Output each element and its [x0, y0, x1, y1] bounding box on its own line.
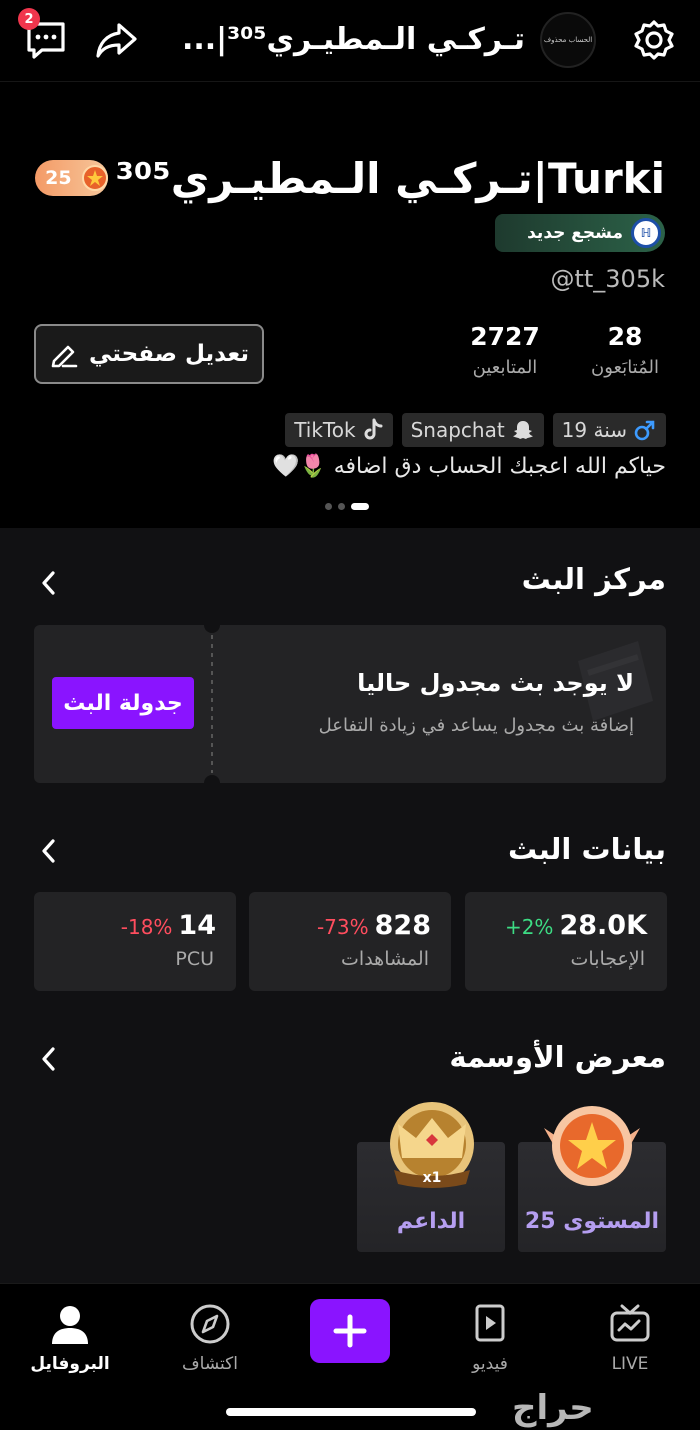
home-indicator[interactable]: [226, 1408, 476, 1416]
age-tag-text: 19 سنة: [561, 418, 627, 442]
plus-icon: [333, 1314, 367, 1348]
level-badge: 25: [35, 160, 108, 196]
nav-video[interactable]: فيديو: [435, 1302, 545, 1374]
share-button[interactable]: [90, 14, 142, 66]
pager-dot: [325, 503, 332, 510]
chevron-left-icon: [42, 571, 55, 595]
schedule-stream-button[interactable]: جدولة البث: [52, 677, 194, 729]
pager-dot: [338, 503, 345, 510]
nav-video-label: فيديو: [472, 1354, 508, 1374]
tiktok-icon: [364, 418, 383, 440]
following-stat[interactable]: 28 المُتابَعون: [580, 322, 670, 378]
views-metric[interactable]: -73% 828 المشاهدات: [249, 892, 451, 991]
likes-metric[interactable]: +2% 28.0K الإعجابات: [465, 892, 667, 991]
user-handle: @tt_305k: [550, 265, 665, 293]
stream-data-title: بيانات البث: [508, 832, 666, 866]
following-count: 28: [607, 322, 643, 351]
nav-profile[interactable]: البروفايل: [15, 1302, 125, 1374]
gear-icon: [634, 20, 674, 60]
medals-title: معرض الأوسمة: [449, 1040, 666, 1074]
watermark-logo: حراج: [512, 1388, 594, 1428]
create-button[interactable]: [310, 1299, 390, 1363]
settings-button[interactable]: [628, 14, 680, 66]
page-title: تـركـي الـمطيـري³⁰⁵|...: [181, 22, 525, 57]
likes-value: 28.0K: [559, 910, 647, 941]
nav-live-label: LIVE: [611, 1354, 649, 1374]
pager-dot-active: [351, 503, 369, 510]
club-logo-icon: ℍ: [631, 218, 661, 248]
stream-center-more[interactable]: [34, 568, 64, 598]
level-medal-icon: [544, 1106, 640, 1186]
likes-label: الإعجابات: [570, 948, 645, 970]
likes-value-row: +2% 28.0K: [505, 910, 647, 941]
views-value-row: -73% 828: [317, 910, 431, 941]
pager-dots: [325, 503, 369, 510]
chevron-left-icon: [42, 1047, 55, 1071]
pcu-change: -18%: [120, 915, 173, 939]
no-stream-title: لا يوجد بث مجدول حاليا: [357, 669, 634, 697]
supporter-multiplier: x1: [422, 1170, 442, 1186]
avatar[interactable]: الحساب محذوف: [540, 12, 596, 68]
compass-icon: [190, 1304, 230, 1344]
snapchat-icon: [512, 421, 533, 439]
nav-explore[interactable]: اكتشاف: [155, 1302, 265, 1374]
profile-name-row: 25 تـركـي الـمطيـري³⁰⁵|Turki: [35, 150, 665, 206]
stream-data-more[interactable]: [34, 836, 64, 866]
edit-profile-button[interactable]: تعديل صفحتي: [34, 324, 264, 384]
views-change: -73%: [316, 915, 369, 939]
views-label: المشاهدات: [341, 948, 429, 970]
chevron-left-icon: [42, 839, 55, 863]
stream-center-title: مركز البث: [521, 562, 666, 596]
share-icon: [96, 23, 137, 58]
snapchat-tag[interactable]: Snapchat: [401, 413, 544, 447]
bottom-nav: LIVE فيديو اكتشاف البروفايل: [0, 1283, 700, 1430]
tiktok-tag[interactable]: TikTok: [285, 413, 393, 447]
supporter-medal-label: الداعم: [396, 1209, 466, 1234]
pcu-label: PCU: [175, 948, 214, 970]
edit-profile-label: تعديل صفحتي: [88, 341, 250, 367]
tiktok-tag-text: TikTok: [294, 418, 356, 442]
pcu-value: 14: [178, 910, 216, 941]
followers-label: المتابعين: [472, 357, 538, 378]
profile-tags: 19 سنة Snapchat TikTok: [285, 413, 666, 447]
top-bar: 2 تـركـي الـمطيـري³⁰⁵|... الحساب محذوف: [0, 0, 700, 82]
pcu-value-row: -18% 14: [121, 910, 216, 941]
level-number: 25: [45, 167, 72, 189]
message-count-badge: 2: [18, 8, 40, 30]
medals-more[interactable]: [34, 1044, 64, 1074]
scheduled-stream-card: جدولة البث لا يوجد بث مجدول حاليا إضافة …: [34, 625, 666, 783]
pcu-metric[interactable]: -18% 14 PCU: [34, 892, 236, 991]
video-icon: [475, 1304, 505, 1342]
person-icon: [52, 1306, 88, 1344]
followers-count: 2727: [470, 322, 540, 351]
nav-live[interactable]: LIVE: [575, 1302, 685, 1374]
ticket-divider: [211, 635, 213, 773]
followers-stat[interactable]: 2727 المتابعين: [455, 322, 555, 378]
ticket-notch: [204, 775, 220, 783]
no-stream-subtitle: إضافة بث مجدول يساعد في زيادة التفاعل: [318, 715, 634, 736]
male-icon: [634, 420, 655, 441]
profile-bio: حياكم الله اعجبك الحساب دق اضافه 🌷🤍: [271, 454, 666, 479]
nav-profile-label: البروفايل: [30, 1354, 110, 1374]
age-tag: 19 سنة: [552, 413, 666, 447]
following-label: المُتابَعون: [590, 357, 660, 378]
level-medal-label: المستوى 25: [524, 1209, 660, 1234]
ticket-notch: [204, 625, 220, 633]
fan-badge[interactable]: مشجع جديد ℍ: [495, 214, 665, 252]
display-name: تـركـي الـمطيـري³⁰⁵|Turki: [115, 153, 665, 203]
snapchat-tag-text: Snapchat: [410, 418, 505, 442]
live-tv-icon: [610, 1304, 650, 1342]
nav-explore-label: اكتشاف: [182, 1354, 238, 1374]
views-value: 828: [374, 910, 431, 941]
likes-change: +2%: [504, 915, 554, 939]
fan-badge-label: مشجع جديد: [527, 223, 623, 243]
edit-pencil-icon: [51, 345, 78, 368]
star-medal-icon: [81, 165, 108, 191]
